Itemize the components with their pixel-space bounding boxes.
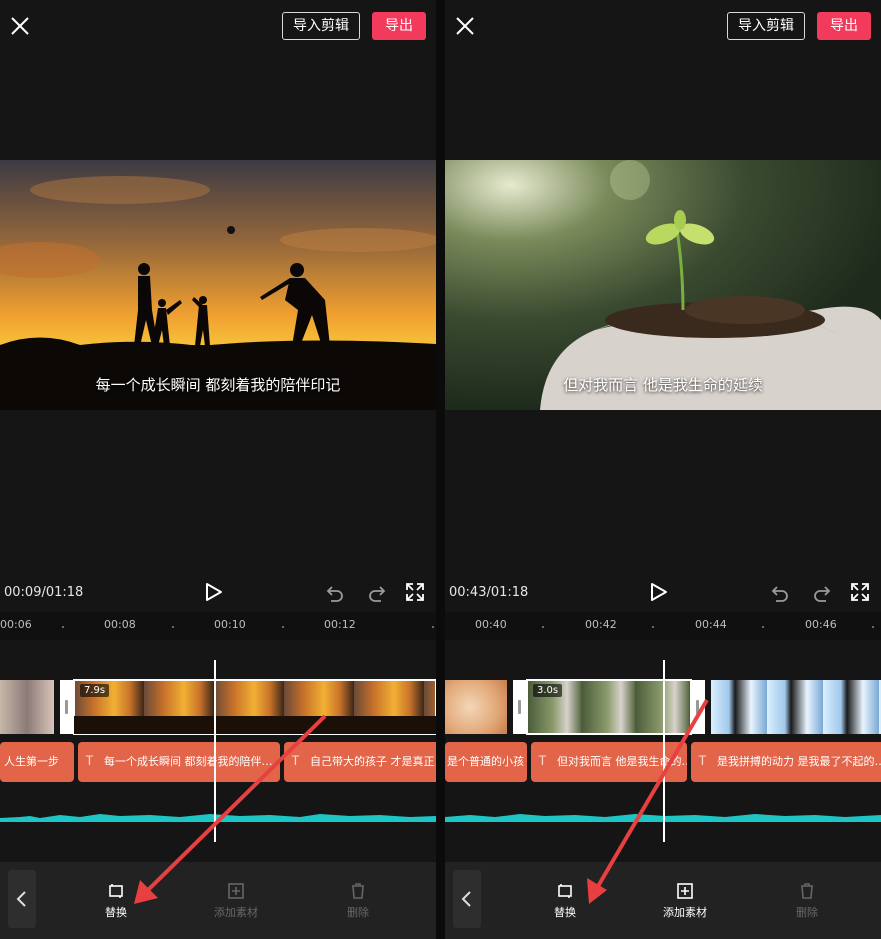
import-clip-button[interactable]: 导入剪辑 [282, 12, 360, 40]
audio-waveform[interactable] [0, 800, 436, 830]
replace-icon [109, 884, 123, 898]
delete-button[interactable]: 删除 [767, 882, 847, 920]
selected-video-clip[interactable]: 7.9s [73, 679, 436, 735]
text-icon: Ꭲ [86, 754, 94, 769]
timeline-ruler: 00:40 00:42 00:44 00:46 [445, 612, 881, 640]
trim-handle-left[interactable] [513, 680, 527, 734]
replace-icon [558, 884, 572, 898]
ruler-tick: 00:42 [585, 618, 617, 631]
ruler-tick: 00:10 [214, 618, 246, 631]
undo-icon[interactable] [326, 584, 344, 602]
redo-icon[interactable] [368, 584, 386, 602]
close-icon[interactable] [8, 14, 32, 38]
video-track[interactable]: 7.9s [0, 679, 436, 735]
back-button[interactable] [453, 870, 481, 928]
play-icon[interactable] [650, 582, 668, 602]
bottom-toolbar: 替换 添加素材 删除 [0, 862, 436, 939]
playhead[interactable] [663, 660, 665, 842]
trim-handle-right[interactable] [691, 680, 705, 734]
text-icon: Ꭲ [699, 754, 707, 769]
bottom-toolbar: 替换 添加素材 删除 [445, 862, 881, 939]
editor-panel-left: 导入剪辑 导出 每一个成长瞬间 都刻着我的陪伴印记 00:09/01:18 00… [0, 0, 436, 939]
text-icon: Ꭲ [539, 754, 547, 769]
play-icon[interactable] [205, 582, 223, 602]
add-media-button[interactable]: 添加素材 [645, 882, 725, 920]
redo-icon[interactable] [813, 584, 831, 602]
ruler-tick: 00:12 [324, 618, 356, 631]
export-button[interactable]: 导出 [372, 12, 426, 40]
replace-label: 替换 [105, 906, 127, 919]
subtitle-clip[interactable]: 人生第一步 [0, 742, 74, 782]
delete-icon [801, 883, 813, 899]
sunset-family-scene [0, 160, 436, 410]
back-button[interactable] [8, 870, 36, 928]
seedling-hands-scene [445, 160, 881, 410]
playhead[interactable] [214, 660, 216, 842]
ruler-tick: 00:08 [104, 618, 136, 631]
subtitle-track[interactable]: 人生第一步 Ꭲ 每一个成长瞬间 都刻着我的陪伴… Ꭲ 自己带大的孩子 才是真正 [0, 742, 436, 782]
subtitle-clip[interactable]: Ꭲ 是我拼搏的动力 是我最了不起的… [691, 742, 881, 782]
red-arrow-annotation [134, 714, 327, 904]
delete-button[interactable]: 删除 [318, 882, 398, 920]
fullscreen-icon[interactable] [405, 582, 425, 602]
replace-label: 替换 [554, 906, 576, 919]
subtitle-clip[interactable]: Ꭲ 自己带大的孩子 才是真正 [284, 742, 436, 782]
add-media-label: 添加素材 [663, 906, 707, 919]
video-clip[interactable] [0, 680, 54, 734]
timecode: 00:09/01:18 [4, 585, 84, 600]
trim-handle-left[interactable] [60, 680, 74, 734]
export-button[interactable]: 导出 [817, 12, 871, 40]
add-media-icon [228, 883, 244, 899]
add-media-label: 添加素材 [214, 906, 258, 919]
timecode: 00:43/01:18 [449, 585, 529, 600]
video-subtitle: 但对我而言 他是我生命的延续 [563, 376, 763, 394]
delete-label: 删除 [347, 906, 369, 919]
editor-panel-right: 导入剪辑 导出 但对我而言 他是我生命的延续 00:43/01:18 00:40… [445, 0, 881, 939]
delete-label: 删除 [796, 906, 818, 919]
timeline-ruler: 00:06 00:08 00:10 00:12 [0, 612, 436, 640]
selected-video-clip[interactable]: 3.0s [526, 679, 692, 735]
import-clip-button[interactable]: 导入剪辑 [727, 12, 805, 40]
video-subtitle: 每一个成长瞬间 都刻着我的陪伴印记 [95, 376, 341, 394]
video-preview: 每一个成长瞬间 都刻着我的陪伴印记 [0, 160, 436, 410]
fullscreen-icon[interactable] [850, 582, 870, 602]
back-chevron-icon [461, 891, 471, 907]
video-preview: 但对我而言 他是我生命的延续 [445, 160, 881, 410]
ruler-tick: 00:44 [695, 618, 727, 631]
video-clip[interactable] [445, 680, 507, 734]
ruler-tick: 00:06 [0, 618, 32, 631]
subtitle-clip[interactable]: Ꭲ 每一个成长瞬间 都刻着我的陪伴… [78, 742, 280, 782]
clip-duration-badge: 3.0s [533, 684, 563, 697]
subtitle-clip[interactable]: 是个普通的小孩 [445, 742, 527, 782]
ruler-tick: 00:46 [805, 618, 837, 631]
replace-button[interactable]: 替换 [525, 882, 605, 920]
replace-button[interactable]: 替换 [76, 882, 156, 920]
ruler-tick: 00:40 [475, 618, 507, 631]
text-icon: Ꭲ [292, 754, 300, 769]
delete-icon [352, 883, 364, 899]
back-chevron-icon [16, 891, 26, 907]
add-media-icon [677, 883, 693, 899]
add-media-button[interactable]: 添加素材 [196, 882, 276, 920]
clip-duration-badge: 7.9s [80, 684, 110, 697]
video-clip[interactable] [711, 680, 881, 734]
undo-icon[interactable] [771, 584, 789, 602]
close-icon[interactable] [453, 14, 477, 38]
